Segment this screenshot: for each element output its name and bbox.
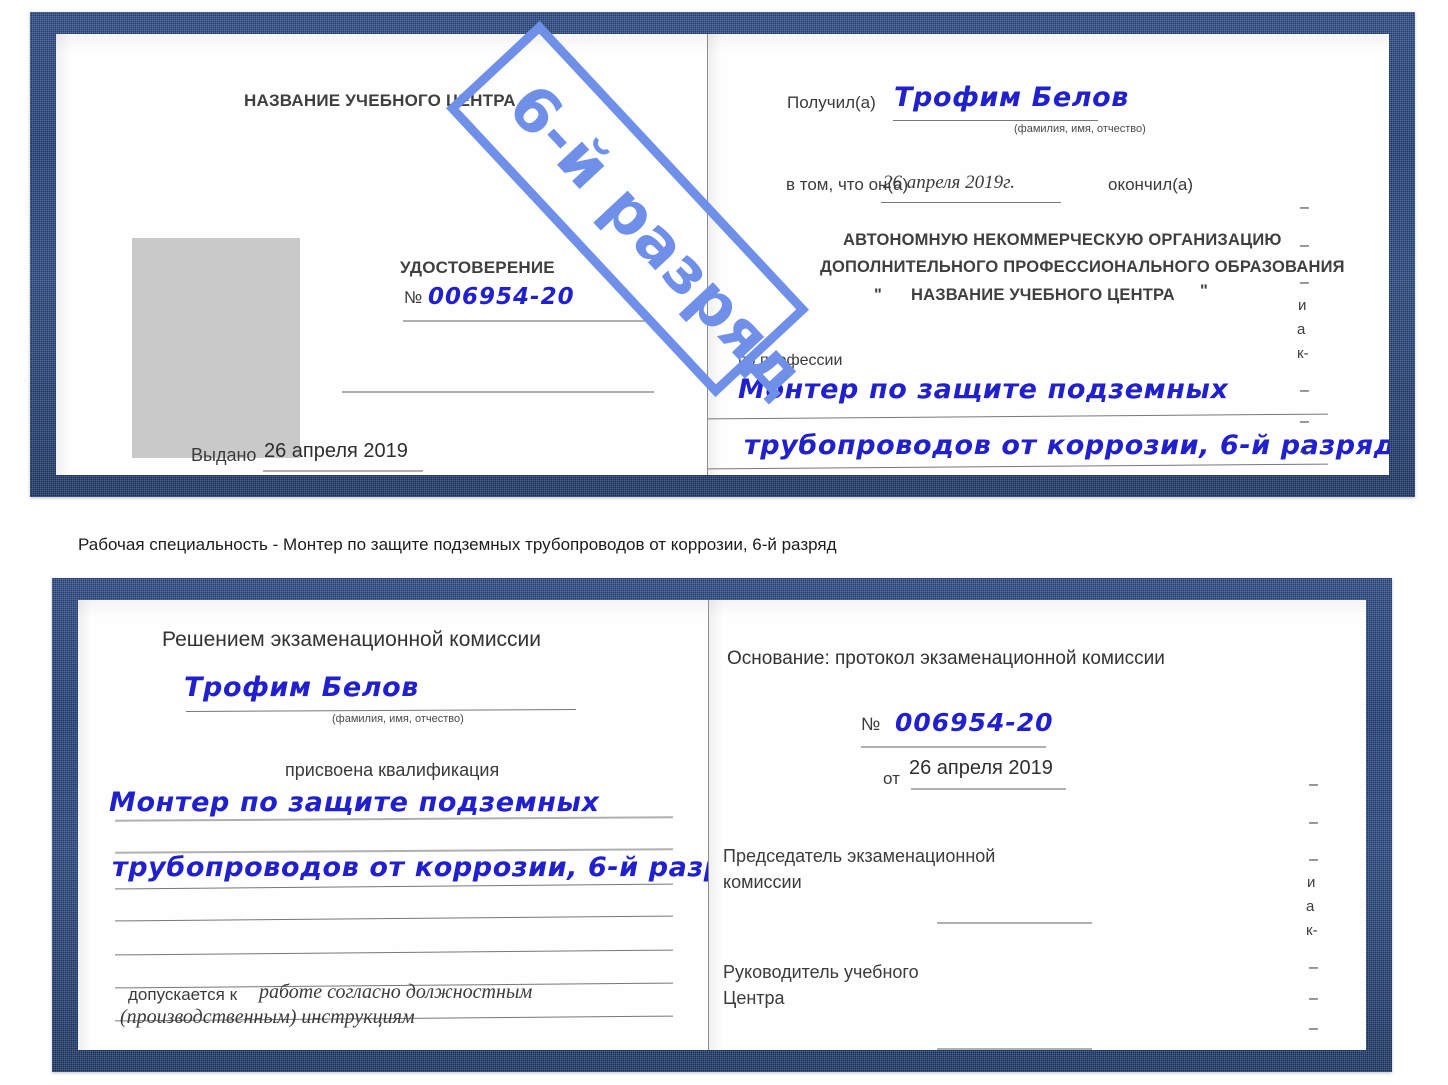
edge-dash-1: – xyxy=(1300,199,1309,216)
edge-fragment-2: а xyxy=(1306,898,1315,915)
qual-rule-4 xyxy=(115,915,673,922)
page-caption: Рабочая специальность - Монтер по защите… xyxy=(78,535,837,554)
edge-fragment-1: и xyxy=(1298,297,1307,314)
blank-rule-1 xyxy=(342,391,654,393)
received-label: Получил(а) xyxy=(787,93,876,112)
edge-fragment-3: к- xyxy=(1297,345,1309,362)
admitted-line-1: работе согласно должностным xyxy=(259,981,533,1003)
issued-label: Выдано xyxy=(191,445,257,465)
protocol-number-label: № xyxy=(861,714,881,734)
top-left-title: УДОСТОВЕРЕНИЕ xyxy=(400,258,555,277)
edge-dash-2: – xyxy=(1309,814,1318,831)
head-line-2: Центра xyxy=(723,988,785,1008)
certificate-top-pages: НАЗВАНИЕ УЧЕБНОГО ЦЕНТРА УДОСТОВЕРЕНИЕ №… xyxy=(56,34,1389,475)
protocol-date-value: 26 апреля 2019 xyxy=(909,757,1053,779)
admitted-line-2: (производственным) инструкциям xyxy=(120,1006,415,1028)
admitted-label: допускается к xyxy=(128,985,238,1004)
qual-rule-5 xyxy=(115,949,673,956)
bottom-left-page: Решением экзаменационной комиссии Трофим… xyxy=(78,600,709,1050)
org-line-3: НАЗВАНИЕ УЧЕБНОГО ЦЕНТРА xyxy=(911,286,1175,304)
received-rule xyxy=(893,120,1098,121)
profession-line-2: трубопроводов от коррозии, 6-й разряд xyxy=(744,430,1389,461)
profession-label: по профессии xyxy=(738,352,843,369)
protocol-date-rule xyxy=(911,788,1066,790)
protocol-date-label: от xyxy=(883,769,900,788)
top-left-page: НАЗВАНИЕ УЧЕБНОГО ЦЕНТРА УДОСТОВЕРЕНИЕ №… xyxy=(56,34,708,475)
photo-placeholder xyxy=(132,238,300,458)
edge-dash-5: – xyxy=(1300,413,1309,430)
chair-signature-rule xyxy=(937,922,1092,924)
head-signature-rule xyxy=(937,1048,1092,1050)
received-value: Трофим Белов xyxy=(894,82,1129,113)
basis-label: Основание: протокол экзаменационной коми… xyxy=(727,648,1165,669)
profession-rule-1 xyxy=(708,413,1328,420)
protocol-number-value: 006954-20 xyxy=(895,708,1054,737)
completion-date-rule xyxy=(881,202,1061,203)
edge-dash-7: – xyxy=(1309,1049,1318,1050)
org-line-1: АВТОНОМНУЮ НЕКОММЕРЧЕСКУЮ ОРГАНИЗАЦИЮ xyxy=(843,231,1282,249)
edge-dash-4: – xyxy=(1309,959,1318,976)
screenshot-root: НАЗВАНИЕ УЧЕБНОГО ЦЕНТРА УДОСТОВЕРЕНИЕ №… xyxy=(0,0,1448,1085)
edge-fragment-2: а xyxy=(1297,321,1306,338)
edge-dash-4: – xyxy=(1300,382,1309,399)
org-line-2: ДОПОЛНИТЕЛЬНОГО ПРОФЕССИОНАЛЬНОГО ОБРАЗО… xyxy=(820,258,1345,276)
edge-dash-7: – xyxy=(1300,472,1309,475)
issued-value: 26 апреля 2019 xyxy=(264,440,408,462)
edge-dash-3: – xyxy=(1300,274,1309,291)
bottom-left-heading: Решением экзаменационной комиссии xyxy=(162,628,542,651)
certificate-bottom: Решением экзаменационной комиссии Трофим… xyxy=(52,578,1392,1072)
certificate-number-label: № xyxy=(404,288,423,307)
org-quote-open: " xyxy=(874,286,883,304)
head-line-1: Руководитель учебного xyxy=(723,962,919,982)
qualification-line-1: Монтер по защите подземных xyxy=(109,787,600,818)
bottom-name-value: Трофим Белов xyxy=(184,672,419,703)
edge-dash-1: – xyxy=(1309,776,1318,793)
profession-line-1: Монтер по защите подземных xyxy=(738,374,1229,405)
top-right-page: Получил(а) Трофим Белов (фамилия, имя, о… xyxy=(708,34,1389,475)
org-quote-close: " xyxy=(1200,282,1209,300)
edge-fragment-3: к- xyxy=(1306,922,1318,939)
top-left-heading: НАЗВАНИЕ УЧЕБНОГО ЦЕНТРА xyxy=(244,91,516,110)
certificate-number-value: 006954-20 xyxy=(428,284,575,310)
fio-hint: (фамилия, имя, отчество) xyxy=(332,713,464,725)
chair-line-1: Председатель экзаменационной xyxy=(723,846,996,866)
profession-rule-2 xyxy=(708,463,1328,470)
qualification-line-2: трубопроводов от коррозии, 6-й разряд xyxy=(112,852,709,883)
chair-line-2: комиссии xyxy=(723,872,802,892)
certificate-top: НАЗВАНИЕ УЧЕБНОГО ЦЕНТРА УДОСТОВЕРЕНИЕ №… xyxy=(30,12,1415,497)
bottom-right-page: Основание: протокол экзаменационной коми… xyxy=(709,600,1366,1050)
bottom-name-rule xyxy=(186,708,576,713)
fio-hint: (фамилия, имя, отчество) xyxy=(1014,123,1146,135)
edge-dash-5: – xyxy=(1309,990,1318,1007)
edge-dash-2: – xyxy=(1300,237,1309,254)
protocol-number-rule xyxy=(861,746,1046,748)
certificate-bottom-pages: Решением экзаменационной комиссии Трофим… xyxy=(78,600,1366,1050)
edge-dash-3: – xyxy=(1309,851,1318,868)
issued-rule xyxy=(263,470,423,472)
edge-dash-6: – xyxy=(1300,443,1309,460)
finished-label: окончил(а) xyxy=(1108,175,1193,194)
qual-rule-3 xyxy=(115,883,673,890)
certificate-number-rule xyxy=(403,320,653,322)
qualification-label: присвоена квалификация xyxy=(285,760,500,780)
edge-fragment-1: и xyxy=(1307,874,1316,891)
edge-dash-6: – xyxy=(1309,1020,1318,1037)
completion-date: 26 апреля 2019г. xyxy=(883,172,1015,193)
